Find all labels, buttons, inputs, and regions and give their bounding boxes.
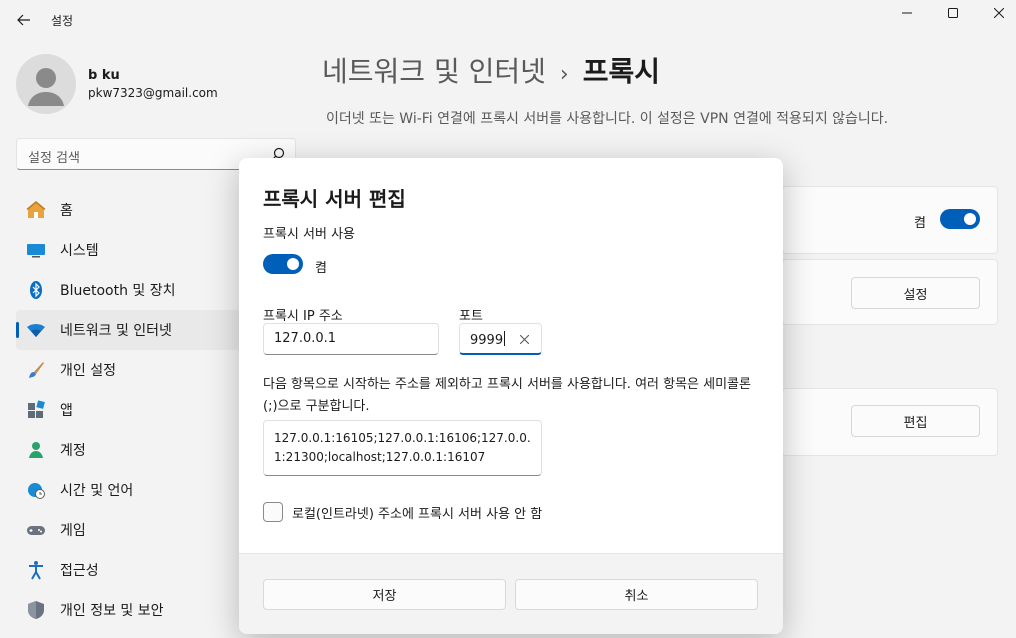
port-field[interactable]: 9999 [459, 323, 542, 355]
local-bypass-checkbox[interactable] [263, 502, 283, 522]
port-label: 포트 [459, 309, 483, 324]
close-icon [519, 334, 529, 344]
exceptions-value: 127.0.0.1:16105;127.0.0.1:16106;127.0.0.… [274, 431, 531, 464]
ip-address-value: 127.0.0.1 [274, 331, 337, 346]
exceptions-field[interactable]: 127.0.0.1:16105;127.0.0.1:16106;127.0.0.… [263, 420, 542, 476]
use-proxy-toggle[interactable] [263, 254, 303, 274]
clear-button[interactable] [517, 332, 531, 346]
use-proxy-toggle-state: 켬 [315, 261, 327, 276]
edit-proxy-dialog: 프록시 서버 편집 프록시 서버 사용 켬 프록시 IP 주소 127.0.0.… [239, 158, 783, 634]
use-proxy-label: 프록시 서버 사용 [263, 227, 355, 242]
dialog-title: 프록시 서버 편집 [263, 187, 406, 211]
port-value: 9999 [470, 333, 504, 348]
ip-address-field[interactable]: 127.0.0.1 [263, 323, 439, 355]
exceptions-description: 다음 항목으로 시작하는 주소를 제외하고 프록시 서버를 사용합니다. 여러 … [263, 377, 751, 414]
dialog-footer: 저장 취소 [239, 553, 783, 634]
save-button[interactable]: 저장 [263, 579, 506, 610]
local-bypass-label[interactable]: 로컬(인트라넷) 주소에 프록시 서버 사용 안 함 [292, 503, 542, 522]
ip-label: 프록시 IP 주소 [263, 309, 343, 324]
cancel-button[interactable]: 취소 [515, 579, 758, 610]
